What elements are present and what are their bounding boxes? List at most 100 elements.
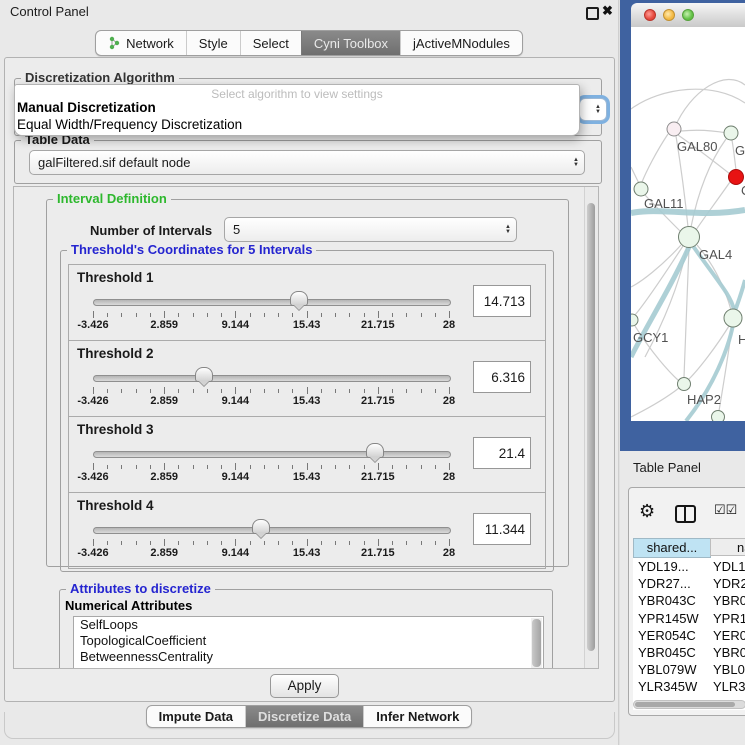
threshold-slider-thumb[interactable] xyxy=(366,443,384,458)
table-cell-name[interactable]: YDL1 xyxy=(713,559,745,574)
table-row[interactable]: YBL079W YBL0 xyxy=(633,662,745,679)
tab-cyni-toolbox[interactable]: Cyni Toolbox xyxy=(301,31,400,55)
table-row[interactable]: YDR27... YDR2 xyxy=(633,576,745,593)
threshold-slider-thumb[interactable] xyxy=(290,291,308,306)
threshold-value-field[interactable]: 6.316 xyxy=(473,361,531,393)
slider-ticks xyxy=(93,463,449,471)
table-data-combo[interactable]: galFiltered.sif default node ▲▼ xyxy=(29,150,585,175)
select-columns-checkboxes-icon[interactable]: ☑☑ xyxy=(714,502,737,518)
dropdown-option-equal-width[interactable]: Equal Width/Frequency Discretization xyxy=(17,117,242,132)
vertical-scrollbar[interactable] xyxy=(584,187,598,668)
interval-definition-group: Interval Definition Number of Intervals … xyxy=(46,199,569,567)
float-window-icon[interactable] xyxy=(586,7,599,20)
column-header-name[interactable]: na xyxy=(710,538,745,556)
threshold-slider-thumb[interactable] xyxy=(195,367,213,382)
columns-icon[interactable] xyxy=(675,505,696,523)
dropdown-option-manual[interactable]: Manual Discretization xyxy=(17,100,156,115)
network-node[interactable] xyxy=(678,378,691,391)
tab-discretize-data[interactable]: Discretize Data xyxy=(245,706,363,727)
table-panel-titlebar: Table Panel xyxy=(620,451,745,483)
threshold-panel: Threshold 4 -3.426 2.859 9.144 15.43 21.… xyxy=(68,492,546,569)
table-cell-shared-name[interactable]: YBL079W xyxy=(638,662,697,677)
numerical-attribute-item[interactable]: BetweennessCentrality xyxy=(74,649,543,665)
tick-label: 21.715 xyxy=(361,395,395,407)
horizontal-scrollbar-thumb[interactable] xyxy=(635,702,735,707)
network-window-frame: GAL80GACGAL11GAL4GCY1HHAP2 xyxy=(620,0,745,451)
threshold-slider-track[interactable] xyxy=(93,451,451,458)
threshold-slider-track[interactable] xyxy=(93,299,451,306)
table-cell-shared-name[interactable]: YLR345W xyxy=(638,679,697,694)
threshold-slider-track[interactable] xyxy=(93,527,451,534)
vertical-scrollbar-thumb[interactable] xyxy=(587,203,595,651)
network-node[interactable] xyxy=(631,314,638,326)
gear-icon[interactable]: ⚙ xyxy=(639,501,655,522)
tab-select[interactable]: Select xyxy=(240,31,301,55)
threshold-panel: Threshold 3 -3.426 2.859 9.144 15.43 21.… xyxy=(68,416,546,493)
table-cell-name[interactable]: YPR1 xyxy=(713,611,745,626)
table-cell-shared-name[interactable]: YBR045C xyxy=(638,645,696,660)
tab-network[interactable]: Network xyxy=(96,31,186,55)
control-panel-titlebar: Control Panel ✖ xyxy=(0,0,618,24)
table-row[interactable]: YBR045C YBR0 xyxy=(633,645,745,662)
tab-style[interactable]: Style xyxy=(186,31,240,55)
threshold-value-field[interactable]: 21.4 xyxy=(473,437,531,469)
numerical-attribute-item[interactable]: TopologicalCoefficient xyxy=(74,633,543,649)
table-cell-name[interactable]: YDR2 xyxy=(713,576,745,591)
tab-infer-network[interactable]: Infer Network xyxy=(363,706,471,727)
threshold-value-field[interactable]: 14.713 xyxy=(473,285,531,317)
network-node[interactable] xyxy=(679,227,700,248)
horizontal-scrollbar[interactable] xyxy=(633,700,745,709)
tab-impute-data[interactable]: Impute Data xyxy=(147,706,245,727)
table-data-combo-value: galFiltered.sif default node xyxy=(38,155,190,170)
apply-button[interactable]: Apply xyxy=(270,674,339,698)
number-of-intervals-combo[interactable]: 5 ▲▼ xyxy=(224,217,517,242)
network-node[interactable] xyxy=(712,411,725,422)
network-canvas[interactable]: GAL80GACGAL11GAL4GCY1HHAP2 xyxy=(631,27,745,421)
tab-jactivemnodules[interactable]: jActiveMNodules xyxy=(400,31,522,55)
tick-label: 21.715 xyxy=(361,471,395,483)
network-node[interactable] xyxy=(724,309,742,327)
table-cell-shared-name[interactable]: YDL19... xyxy=(638,559,689,574)
table-row[interactable]: YBR043C YBR0 xyxy=(633,593,745,610)
tick-label: 28 xyxy=(443,547,455,559)
table-row[interactable]: YDL19... YDL1 xyxy=(633,559,745,576)
table-row[interactable]: YLR345W YLR3 xyxy=(633,679,745,696)
network-node[interactable] xyxy=(634,182,648,196)
table-cell-name[interactable]: YLR3 xyxy=(713,679,745,694)
close-window-icon[interactable] xyxy=(644,9,656,21)
network-node-label: GAL11 xyxy=(644,196,684,211)
tick-label: -3.426 xyxy=(77,547,108,559)
close-icon[interactable]: ✖ xyxy=(602,3,613,19)
algorithm-combo-focus[interactable]: ▲▼ xyxy=(579,98,607,121)
list-scrollbar-thumb[interactable] xyxy=(532,619,541,667)
zoom-window-icon[interactable] xyxy=(682,9,694,21)
table-cell-shared-name[interactable]: YER054C xyxy=(638,628,696,643)
network-node[interactable] xyxy=(724,126,738,140)
table-cell-name[interactable]: YBL0 xyxy=(713,662,745,677)
table-cell-name[interactable]: YBR0 xyxy=(713,593,745,608)
list-scrollbar[interactable] xyxy=(531,618,542,669)
table-cell-name[interactable]: YBR0 xyxy=(713,645,745,660)
table-cell-shared-name[interactable]: YBR043C xyxy=(638,593,696,608)
numerical-attributes-list[interactable]: SelfLoopsTopologicalCoefficientBetweenne… xyxy=(73,616,544,669)
settings-scroll-viewport: Interval Definition Number of Intervals … xyxy=(13,186,599,669)
numerical-attribute-item[interactable]: SelfLoops xyxy=(74,617,543,633)
table-cell-shared-name[interactable]: YPR145W xyxy=(638,611,699,626)
table-row[interactable]: YPR145W YPR1 xyxy=(633,611,745,628)
table-row[interactable]: YER054C YER0 xyxy=(633,628,745,645)
tick-label: 21.715 xyxy=(361,547,395,559)
number-of-intervals-value: 5 xyxy=(233,222,240,237)
threshold-value-field[interactable]: 11.344 xyxy=(473,513,531,545)
tick-label: 15.43 xyxy=(293,395,321,407)
table-cell-shared-name[interactable]: YDR27... xyxy=(638,576,691,591)
table-cell-name[interactable]: YER0 xyxy=(713,628,745,643)
network-node[interactable] xyxy=(667,122,681,136)
threshold-slider-thumb[interactable] xyxy=(252,519,270,534)
minimize-window-icon[interactable] xyxy=(663,9,675,21)
tick-label: 2.859 xyxy=(150,471,178,483)
tick-label: 2.859 xyxy=(150,547,178,559)
column-header-shared-name[interactable]: shared... xyxy=(633,538,711,558)
threshold-panel: Threshold 1 -3.426 2.859 9.144 15.43 21.… xyxy=(68,264,546,341)
tick-label: 28 xyxy=(443,395,455,407)
threshold-slider-track[interactable] xyxy=(93,375,451,382)
